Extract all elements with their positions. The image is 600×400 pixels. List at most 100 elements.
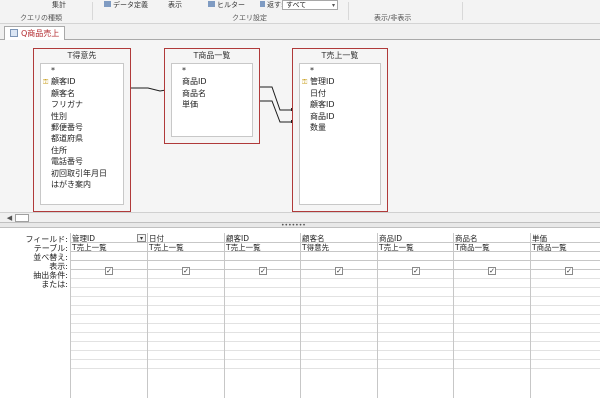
field-label: はがき案内 <box>51 179 91 189</box>
field-item[interactable]: 初回取引年月日 <box>41 168 123 179</box>
grid-column[interactable]: 顧客ID T売上一覧 ✓ <box>224 233 300 398</box>
field-item[interactable]: 商品ID <box>172 76 252 87</box>
field-item[interactable]: 顧客名 <box>41 88 123 99</box>
grid-table-cell[interactable]: T売上一覧 <box>149 242 184 253</box>
field-label: 管理ID <box>310 77 335 87</box>
field-item[interactable]: * <box>300 65 380 76</box>
field-list[interactable]: * ⚿ 管理ID 日付 顧客ID 商品ID 数量 <box>299 63 381 205</box>
grid-column[interactable]: 日付 T売上一覧 ✓ <box>147 233 224 398</box>
show-table-button[interactable]: 表示 <box>168 0 182 10</box>
filter-icon <box>208 1 215 7</box>
relation-line-customer-id-link <box>258 86 293 111</box>
row-label-or: または: <box>41 280 68 289</box>
field-item[interactable]: 数量 <box>300 122 380 133</box>
field-item[interactable]: 日付 <box>300 88 380 99</box>
field-item[interactable]: フリガナ <box>41 99 123 110</box>
field-list[interactable]: * 商品ID 商品名 単価 <box>171 63 253 137</box>
return-label-text: 返す: <box>267 1 284 9</box>
field-label: 単価 <box>182 100 198 110</box>
field-list-sales[interactable]: T売上一覧 * ⚿ 管理ID 日付 顧客ID 商品ID 数量 <box>292 48 388 212</box>
show-checkbox[interactable]: ✓ <box>105 267 113 275</box>
field-label: 顧客ID <box>51 77 76 87</box>
field-item[interactable]: 単価 <box>172 99 252 110</box>
return-select-value: すべて <box>286 1 307 9</box>
grid-table-cell[interactable]: T売上一覧 <box>72 242 107 253</box>
show-checkbox[interactable]: ✓ <box>412 267 420 275</box>
field-label: 日付 <box>310 88 326 98</box>
relation-line-customer-id <box>129 87 167 92</box>
filter-button[interactable]: ヒルター <box>208 0 245 10</box>
field-item[interactable]: はがき案内 <box>41 179 123 190</box>
grid-table-cell[interactable]: T得意先 <box>302 242 329 253</box>
field-item[interactable]: 性別 <box>41 111 123 122</box>
field-label: 電話番号 <box>51 157 83 167</box>
field-list-products[interactable]: T商品一覧 * 商品ID 商品名 単価 <box>164 48 260 144</box>
datasheet-button[interactable]: データ定義 <box>104 0 148 10</box>
field-label: 数量 <box>310 122 326 132</box>
return-select[interactable]: すべて ▾ <box>282 0 338 10</box>
show-checkbox[interactable]: ✓ <box>335 267 343 275</box>
relation-line-product-id <box>258 100 293 123</box>
table-title[interactable]: T商品一覧 <box>165 49 259 63</box>
field-item[interactable]: 電話番号 <box>41 156 123 167</box>
field-list-customers[interactable]: T得意先 * ⚿ 顧客ID 顧客名 フリガナ 性別 郵便番号 都道府県 住所 電話… <box>33 48 131 212</box>
field-item[interactable]: 都道府県 <box>41 133 123 144</box>
filter-label: ヒルター <box>217 1 245 9</box>
chevron-down-icon: ▾ <box>331 2 335 9</box>
tab-query-label: Q商品売上 <box>21 29 60 38</box>
grid-column[interactable]: 顧客名 T得意先 ✓ <box>300 233 377 398</box>
grid-table-cell[interactable]: T売上一覧 <box>226 242 261 253</box>
ribbon-separator <box>348 2 349 20</box>
show-checkbox[interactable]: ✓ <box>182 267 190 275</box>
field-label: 商品名 <box>182 88 206 98</box>
scroll-left-icon[interactable]: ◀ <box>5 214 14 222</box>
grid-table-cell[interactable]: T売上一覧 <box>379 242 414 253</box>
design-horizontal-scrollbar[interactable]: ◀ <box>0 212 600 222</box>
field-item[interactable]: ⚿ 管理ID <box>300 76 380 87</box>
field-label: 商品ID <box>182 77 207 87</box>
datasheet-label: データ定義 <box>113 1 148 9</box>
field-item[interactable]: 商品ID <box>300 111 380 122</box>
query-icon <box>10 29 18 37</box>
field-item[interactable]: 郵便番号 <box>41 122 123 133</box>
table-title[interactable]: T売上一覧 <box>293 49 387 63</box>
field-label: 初回取引年月日 <box>51 168 107 178</box>
field-item[interactable]: 商品名 <box>172 88 252 99</box>
field-label: 顧客ID <box>310 100 335 110</box>
field-item[interactable]: 住所 <box>41 145 123 156</box>
query-design-grid: フィールド: テーブル: 並べ替え: 表示: 抽出条件: または: 管理ID ▾… <box>0 228 600 400</box>
grid-table-cell[interactable]: T商品一覧 <box>532 242 567 253</box>
document-tabbar: Q商品売上 <box>0 24 600 41</box>
table-title[interactable]: T得意先 <box>34 49 130 63</box>
field-label: 顧客名 <box>51 88 75 98</box>
field-label: 郵便番号 <box>51 122 83 132</box>
field-item[interactable]: ⚿ 顧客ID <box>41 76 123 87</box>
grid-column[interactable]: 商品名 T商品一覧 ✓ <box>453 233 530 398</box>
scrollbar-thumb[interactable] <box>15 214 29 222</box>
field-item[interactable]: 顧客ID <box>300 99 380 110</box>
chevron-down-icon[interactable]: ▾ <box>137 234 146 242</box>
field-label: 性別 <box>51 111 67 121</box>
tab-query[interactable]: Q商品売上 <box>4 26 66 41</box>
grid-table-cell[interactable]: T商品一覧 <box>455 242 490 253</box>
show-checkbox[interactable]: ✓ <box>565 267 573 275</box>
field-item[interactable]: * <box>41 65 123 76</box>
show-checkbox[interactable]: ✓ <box>488 267 496 275</box>
table-design-area[interactable]: T得意先 * ⚿ 顧客ID 顧客名 フリガナ 性別 郵便番号 都道府県 住所 電話… <box>0 40 600 212</box>
field-label: フリガナ <box>51 100 83 110</box>
grid-column[interactable]: 管理ID ▾ T売上一覧 ✓ <box>70 233 147 398</box>
ribbon-separator <box>462 2 463 20</box>
group-query-setup: クエリ設定 <box>232 14 267 22</box>
field-label: * <box>51 66 55 75</box>
field-label: * <box>310 66 314 75</box>
field-label: * <box>182 66 186 75</box>
grid-column[interactable]: 単価 T商品一覧 ✓ <box>530 233 600 398</box>
show-checkbox[interactable]: ✓ <box>259 267 267 275</box>
return-label: 返す: <box>260 0 283 10</box>
ribbon-separator <box>92 2 93 20</box>
grid-column[interactable]: 商品ID T売上一覧 ✓ <box>377 233 453 398</box>
totals-button[interactable]: 集計 <box>52 0 66 10</box>
field-list[interactable]: * ⚿ 顧客ID 顧客名 フリガナ 性別 郵便番号 都道府県 住所 電話番号 初回… <box>40 63 124 205</box>
field-label: 商品ID <box>310 111 335 121</box>
field-item[interactable]: * <box>172 65 252 76</box>
